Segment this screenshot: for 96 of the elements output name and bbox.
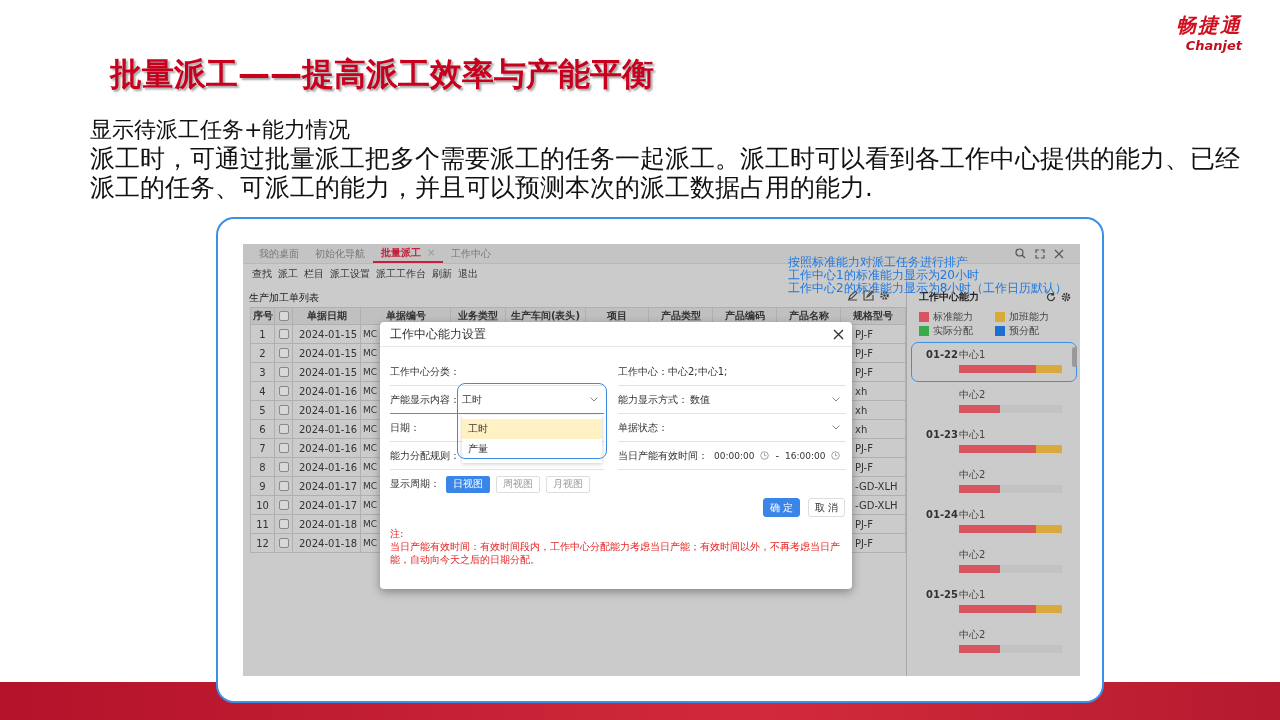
table-cell: MC [363,329,378,339]
table-cell: MC [363,443,378,453]
legend-label: 标准能力 [933,310,973,324]
table-cell: MC [363,367,378,377]
field-label: 工作中心： [618,364,668,379]
table-cell: 4 [259,385,266,397]
field-label: 当日产能有效时间： [618,448,708,463]
legend-label: 加班能力 [1009,310,1049,324]
day-date: 01-23 [926,429,958,440]
column-header: 单据编号 [385,309,426,323]
table-cell: 2024-01-17 [299,480,358,492]
table-cell: -GD-XLH [855,499,898,511]
table-cell: MC [363,519,378,529]
column-header: 产品编码 [724,309,765,323]
table-cell: 7 [259,442,266,454]
table-cell: 2024-01-15 [299,347,358,359]
table-cell: 2024-01-17 [299,499,358,511]
center-name: 中心2 [959,628,987,642]
field-label: 能力分配规则： [390,448,460,463]
table-cell: 6 [259,423,266,435]
note-title: 注: [390,527,405,540]
table-cell: 10 [256,499,269,511]
table-cell: xh [855,385,868,397]
table-cell: 11 [256,518,269,530]
table-cell: 2024-01-18 [299,518,358,530]
slide-description: 派工时，可通过批量派工把多个需要派工的任务一起派工。派工时可以看到各工作中心提供的能力、已经派工的任务、可派工的能力，并且可以预测本次的派工数据占用的能力. [90,144,1240,202]
slide-title: 批量派工——提高派工效率与产能平衡 [110,56,654,92]
annotation-text: 工作中心1的标准能力显示为20小时 [788,269,980,282]
table-cell: PJ-F [855,328,873,340]
table-cell: PJ-F [855,537,873,549]
table-cell: 2024-01-15 [299,328,358,340]
range-separator: - [775,450,780,461]
table-cell: 9 [259,480,266,492]
field-label: 产能显示内容： [390,392,460,407]
table-cell: MC [363,405,378,415]
table-cell: PJ-F [855,461,873,473]
center-name: 中心2 [959,468,987,482]
field-label: 工作中心分类： [390,364,460,379]
center-name: 中心1 [959,348,987,362]
logo-subtext: Chanjet [1185,38,1242,53]
table-cell: 2 [259,347,266,359]
column-header: 序号 [252,309,273,323]
field-label: 能力显示方式： [618,392,688,407]
table-cell: 3 [259,366,266,378]
table-cell: MC [363,538,378,548]
table-cell: MC [363,500,378,510]
table-cell: 2024-01-16 [299,442,358,454]
column-header: 产品类型 [660,309,701,323]
table-cell: 2024-01-15 [299,366,358,378]
center-name: 中心1 [959,428,987,442]
table-cell: MC [363,462,378,472]
day-date: 01-22 [926,349,958,360]
table-cell: 2024-01-18 [299,537,358,549]
center-name: 中心2 [959,388,987,402]
table-cell: 2024-01-16 [299,404,358,416]
field-label: 单据状态： [618,420,668,435]
table-cell: 8 [259,461,266,473]
dialog-title: 工作中心能力设置 [390,325,486,343]
slide-heading: 显示待派工任务+能力情况 [90,116,352,144]
column-header: 单据日期 [306,309,347,323]
note-text: 当日产能有效时间：有效时间段内，工作中心分配能力考虑当日产能；有效时间以外，不再考虑当日产能，自动向今天之后的日期分配。 [390,540,841,566]
field-label: 显示周期： [390,477,440,491]
column-header: 产品名称 [788,309,829,323]
legend-label: 实际分配 [933,324,973,338]
legend-label: 预分配 [1009,324,1039,338]
column-header: 规格型号 [853,309,893,323]
column-header: 项目 [607,309,627,323]
table-cell: MC [363,424,378,434]
center-name: 中心1 [959,508,987,522]
column-header: 生产车间(表头) [510,309,581,323]
table-cell: PJ-F [855,347,873,359]
table-cell: 12 [256,537,269,549]
day-date: 01-25 [926,589,958,600]
table-cell: xh [855,404,868,416]
field-label: 日期： [390,420,420,435]
column-header: 业务类型 [458,309,498,323]
table-cell: 5 [259,404,266,416]
table-cell: 2024-01-16 [299,461,358,473]
annotation-text: 按照标准能力对派工任务进行排产 [788,256,969,269]
table-cell: MC [363,481,378,491]
table-cell: -GD-XLH [855,480,898,492]
center-name: 中心1 [959,588,987,602]
table-cell: PJ-F [855,518,873,530]
table-cell: 1 [259,328,266,340]
table-cell: MC [363,386,378,396]
table-cell: xh [855,423,868,435]
table-cell: PJ-F [855,442,873,454]
table-cell: MC [363,348,378,358]
table-cell: 2024-01-16 [299,423,358,435]
table-cell: 2024-01-16 [299,385,358,397]
logo-text: 畅捷通 [1176,12,1242,38]
center-name: 中心2 [959,548,987,562]
day-date: 01-24 [926,509,958,520]
table-cell: PJ-F [855,366,873,378]
list-title: 生产加工单列表 [249,290,319,305]
field-value: 中心2;中心1; [668,364,728,379]
